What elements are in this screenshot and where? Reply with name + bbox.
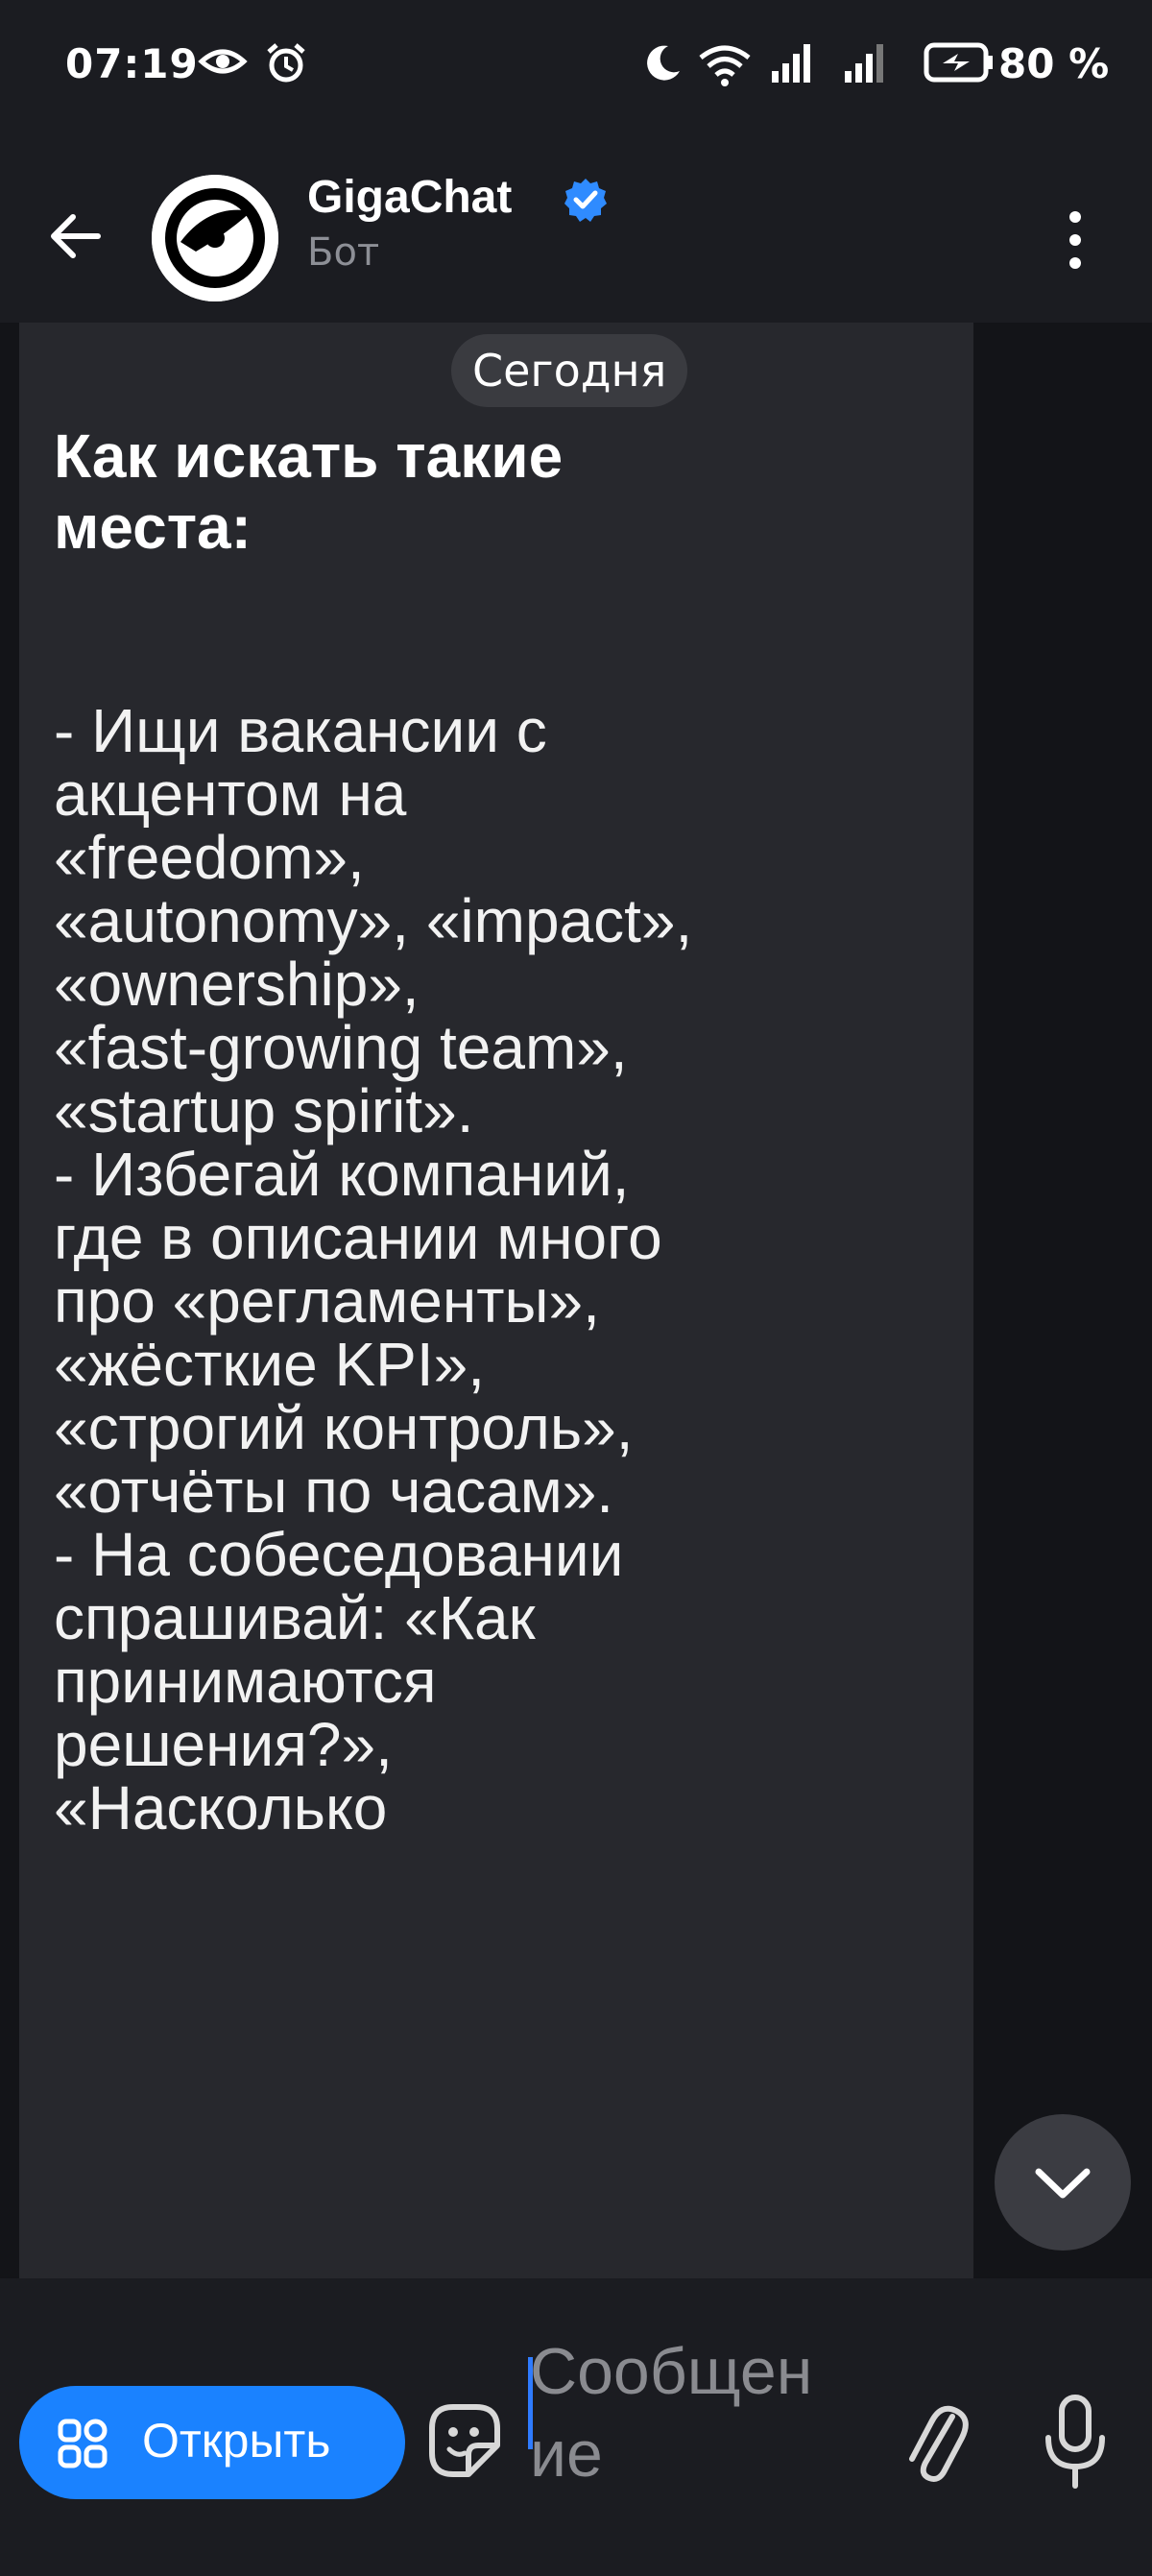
chevron-down-icon — [1035, 2168, 1091, 2199]
open-app-button[interactable]: Открыть — [19, 2386, 405, 2499]
message-input[interactable] — [530, 2330, 847, 2513]
verified-check-icon — [564, 179, 607, 222]
avatar[interactable] — [152, 175, 278, 301]
open-app-label: Открыть — [142, 2414, 331, 2468]
chat-area[interactable]: Сегодня Как искать такие места: - Ищи ва… — [0, 323, 1152, 2278]
paperclip-icon[interactable] — [899, 2395, 972, 2488]
moon-icon — [647, 45, 680, 81]
bot-name: GigaChat — [307, 172, 513, 223]
battery-icon — [924, 42, 993, 83]
sticker-icon[interactable] — [422, 2399, 505, 2482]
battery-level: 80 % — [998, 40, 1110, 87]
microphone-icon[interactable] — [1037, 2392, 1114, 2492]
scroll-down-button[interactable] — [995, 2114, 1131, 2251]
arrow-left-icon[interactable] — [38, 198, 115, 275]
message-heading: Как искать такие места: — [54, 421, 564, 562]
mini-app-grid-icon — [58, 2419, 108, 2468]
message-bubble: Сегодня Как искать такие места: - Ищи ва… — [19, 323, 973, 2278]
date-separator: Сегодня — [451, 334, 688, 407]
status-bar: 07:19 80 % — [0, 0, 1152, 134]
message-text: - Ищи вакансии с акцентом на «freedom», … — [54, 696, 693, 1842]
eye-icon — [198, 49, 248, 74]
alarm-icon — [267, 43, 305, 83]
input-bar: Открыть — [0, 2278, 1152, 2576]
bot-subtitle: Бот — [307, 230, 380, 275]
wifi-icon — [699, 45, 751, 86]
more-vertical-icon[interactable] — [1046, 192, 1104, 288]
signal-icon — [845, 44, 883, 83]
chat-header: GigaChat Бот — [0, 134, 1152, 323]
status-time: 07:19 — [65, 40, 199, 87]
signal-icon — [772, 44, 810, 83]
gigachat-logo-icon — [152, 175, 278, 301]
